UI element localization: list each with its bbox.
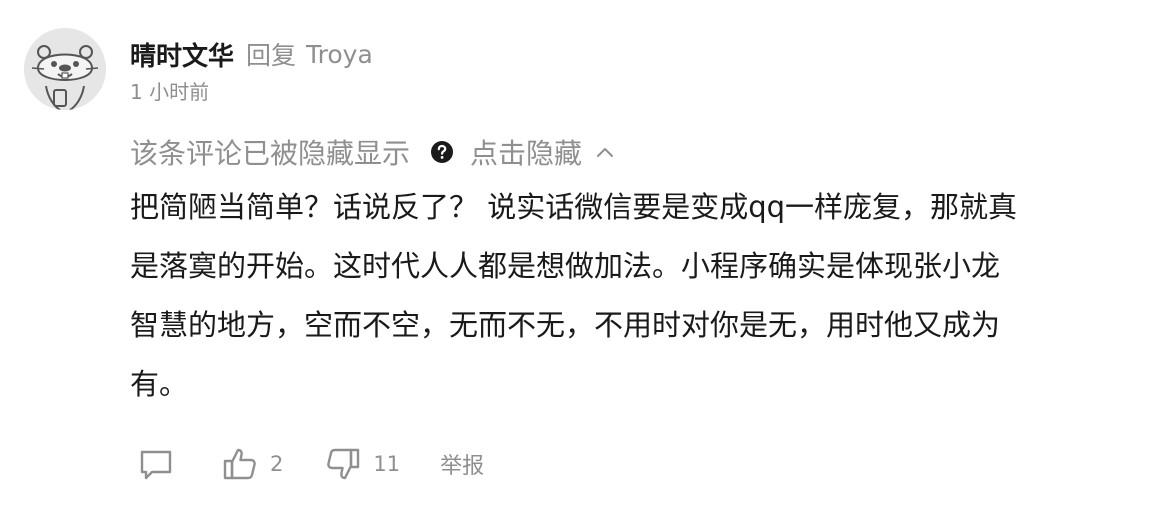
comment-body-line: 是落寞的开始。这时代人人都是想做加法。小程序确实是体现张小龙 <box>130 249 1001 283</box>
report-button[interactable]: 举报 <box>440 448 484 480</box>
hidden-notice: 该条评论已被隐藏显示 点击隐藏 <box>130 134 616 170</box>
thumbs-down-icon <box>327 448 360 480</box>
username[interactable]: 晴时文华 <box>130 36 234 73</box>
hide-toggle-label: 点击隐藏 <box>470 137 583 170</box>
timestamp: 1 小时前 <box>130 80 210 104</box>
comment-card: 晴时文华 回复 Troya 1 小时前 该条评论已被隐藏显示 点击隐藏 把简陋当… <box>0 0 1154 510</box>
reply-target-username[interactable]: Troya <box>306 40 373 69</box>
comment-bubble-icon <box>140 450 172 480</box>
avatar[interactable] <box>24 28 106 110</box>
reply-label: 回复 <box>246 41 297 70</box>
comment-body-line: 有。 <box>130 367 189 401</box>
comment-body-line: 把简陋当简单？话说反了？ 说实话微信要是变成qq一样庞复，那就真 <box>130 190 1018 224</box>
dislike-count: 11 <box>373 452 401 476</box>
otter-avatar-icon <box>24 28 106 110</box>
chevron-up-icon <box>594 141 616 163</box>
thumbs-up-icon <box>223 448 256 480</box>
dislike-button[interactable]: 11 <box>325 446 400 482</box>
hidden-notice-text: 该条评论已被隐藏显示 <box>130 137 411 170</box>
comment-body-line: 智慧的地方，空而不空，无而不无，不用时对你是无，用时他又成为 <box>130 308 1001 342</box>
reply-button[interactable] <box>138 446 174 482</box>
comment-actions: 2 11 举报 <box>138 444 484 484</box>
hide-toggle-button[interactable]: 点击隐藏 <box>470 132 616 172</box>
like-count: 2 <box>270 452 284 476</box>
like-button[interactable]: 2 <box>222 446 283 482</box>
report-label: 举报 <box>440 454 485 479</box>
comment-header: 晴时文华 回复 Troya <box>130 36 373 72</box>
question-circle-icon[interactable] <box>430 140 454 164</box>
comment-body: 把简陋当简单？话说反了？ 说实话微信要是变成qq一样庞复，那就真 是落寞的开始。… <box>130 178 1130 414</box>
